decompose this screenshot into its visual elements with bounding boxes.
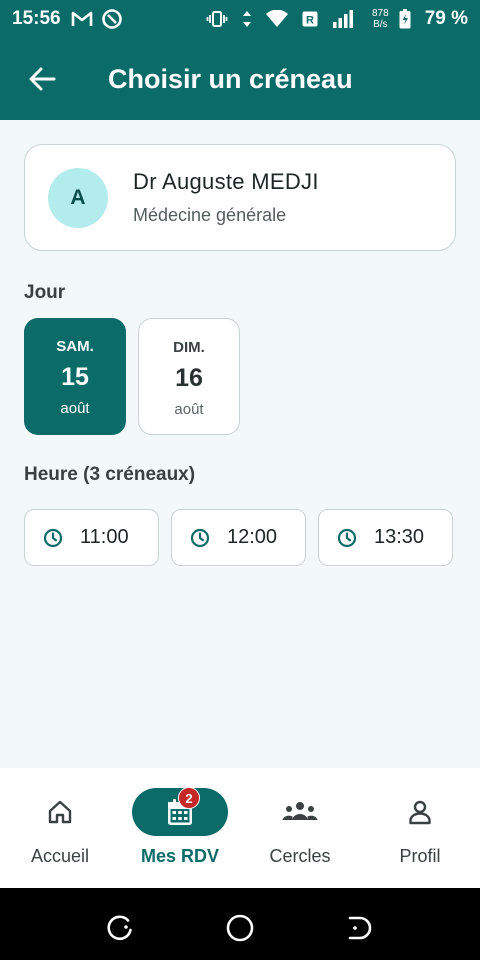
time-slot-1200[interactable]: 12:00 [171, 509, 306, 566]
recents-button[interactable] [100, 908, 140, 948]
battery-level: 79 % [424, 8, 468, 29]
svg-text:R: R [306, 15, 314, 27]
nav-item-profil[interactable]: Profil [360, 768, 480, 888]
battery-icon [399, 9, 411, 29]
back-nav-icon [348, 916, 372, 940]
arrow-left-icon [29, 67, 56, 91]
nav-icon-container [252, 788, 348, 836]
speed-unit: B/s [373, 19, 388, 30]
doctor-card: A Dr Auguste MEDJI Médecine générale [24, 144, 456, 251]
day-weekday: SAM. [56, 338, 94, 355]
back-button[interactable] [12, 49, 72, 109]
nav-icon-container [372, 788, 468, 836]
day-month: août [60, 400, 90, 417]
nav-item-accueil[interactable]: Accueil [0, 768, 120, 888]
back-nav-button[interactable] [340, 908, 380, 948]
day-option-sat-15[interactable]: SAM. 15 août [24, 318, 126, 435]
person-icon [409, 800, 431, 825]
clock-icon [43, 528, 63, 548]
nav-label: Profil [399, 846, 441, 866]
doctor-info: Dr Auguste MEDJI Médecine générale [133, 169, 319, 226]
groups-icon [282, 802, 318, 820]
nav-icon-container [12, 788, 108, 836]
clock-icon [190, 528, 210, 548]
network-speed: 878 B/s [372, 8, 389, 30]
gmail-icon [71, 11, 93, 27]
vibrate-icon [206, 10, 228, 28]
home-button[interactable] [220, 908, 260, 948]
slot-time: 12:00 [227, 526, 278, 548]
doctor-specialty: Médecine générale [133, 205, 287, 225]
recents-icon [107, 915, 132, 941]
day-month: août [174, 401, 204, 418]
data-arrows-icon [242, 10, 252, 28]
home-circle-icon [226, 914, 254, 942]
nav-item-mes-rdv[interactable]: 2 Mes RDV [120, 768, 240, 888]
page-title: Choisir un créneau [108, 63, 353, 94]
app-bar: Choisir un créneau [0, 38, 480, 120]
nav-label: Cercles [269, 846, 331, 866]
bottom-nav: Accueil 2 Mes RDV Cercles Profil [0, 768, 480, 888]
nav-item-cercles[interactable]: Cercles [240, 768, 360, 888]
clock-icon [337, 528, 357, 548]
speed-value: 878 [372, 8, 389, 19]
signal-icon [332, 10, 354, 28]
day-number: 16 [175, 364, 203, 392]
day-option-sun-16[interactable]: DIM. 16 août [138, 318, 240, 435]
doctor-avatar: A [48, 167, 108, 228]
system-nav-bar [0, 888, 480, 960]
slot-time: 11:00 [80, 526, 129, 548]
vpn-icon [101, 8, 123, 30]
nav-label: Accueil [30, 846, 90, 866]
doctor-name: Dr Auguste MEDJI [133, 169, 319, 194]
status-bar: 15:56 R 878 B/s 79 % [0, 0, 480, 38]
home-icon [48, 800, 72, 824]
status-time: 15:56 [12, 8, 61, 29]
roaming-r-icon: R [302, 11, 318, 27]
slot-time: 13:30 [374, 526, 425, 548]
day-weekday: DIM. [173, 339, 205, 356]
nav-label: Mes RDV [140, 846, 220, 866]
day-number: 15 [61, 363, 89, 391]
time-slot-1100[interactable]: 11:00 [24, 509, 159, 566]
notification-badge: 2 [178, 787, 200, 809]
time-section-label: Heure (3 créneaux) [24, 464, 196, 485]
time-slot-1330[interactable]: 13:30 [318, 509, 453, 566]
wifi-icon [266, 10, 288, 28]
day-section-label: Jour [24, 282, 66, 303]
